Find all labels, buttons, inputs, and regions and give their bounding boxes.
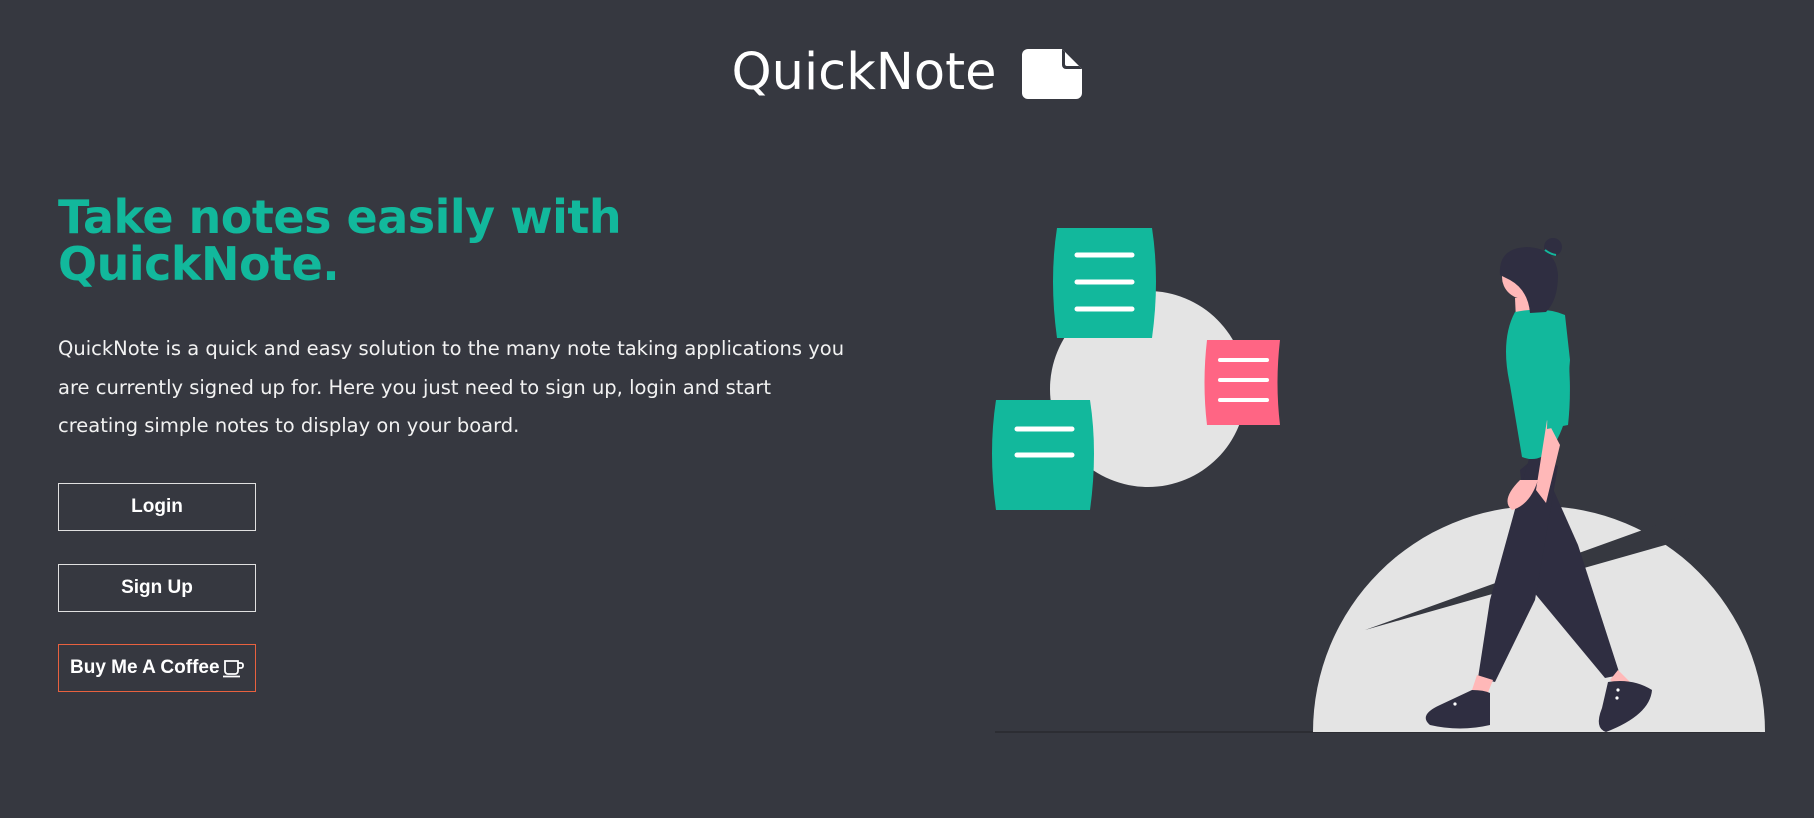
- note-bottom: [992, 400, 1094, 510]
- brand-name: QuickNote: [731, 43, 997, 102]
- signup-button[interactable]: Sign Up: [58, 564, 256, 612]
- login-button-label: Login: [131, 496, 183, 517]
- hero-description: QuickNote is a quick and easy solution t…: [58, 337, 845, 437]
- hero-title: Take notes easily with QuickNote.: [58, 190, 622, 291]
- signup-button-label: Sign Up: [121, 577, 193, 598]
- buy-me-a-coffee-button[interactable]: Buy Me A Coffee: [58, 644, 256, 692]
- note-icon: [1022, 49, 1083, 99]
- note-pink: [1204, 340, 1280, 425]
- woman-walking-with-notes-illustration: [992, 228, 1765, 733]
- header: QuickNote: [0, 38, 1814, 108]
- coffee-cup-icon: [222, 660, 244, 678]
- note-top: [1053, 228, 1156, 338]
- login-button[interactable]: Login: [58, 483, 256, 531]
- buy-me-a-coffee-label: Buy Me A Coffee: [70, 657, 220, 678]
